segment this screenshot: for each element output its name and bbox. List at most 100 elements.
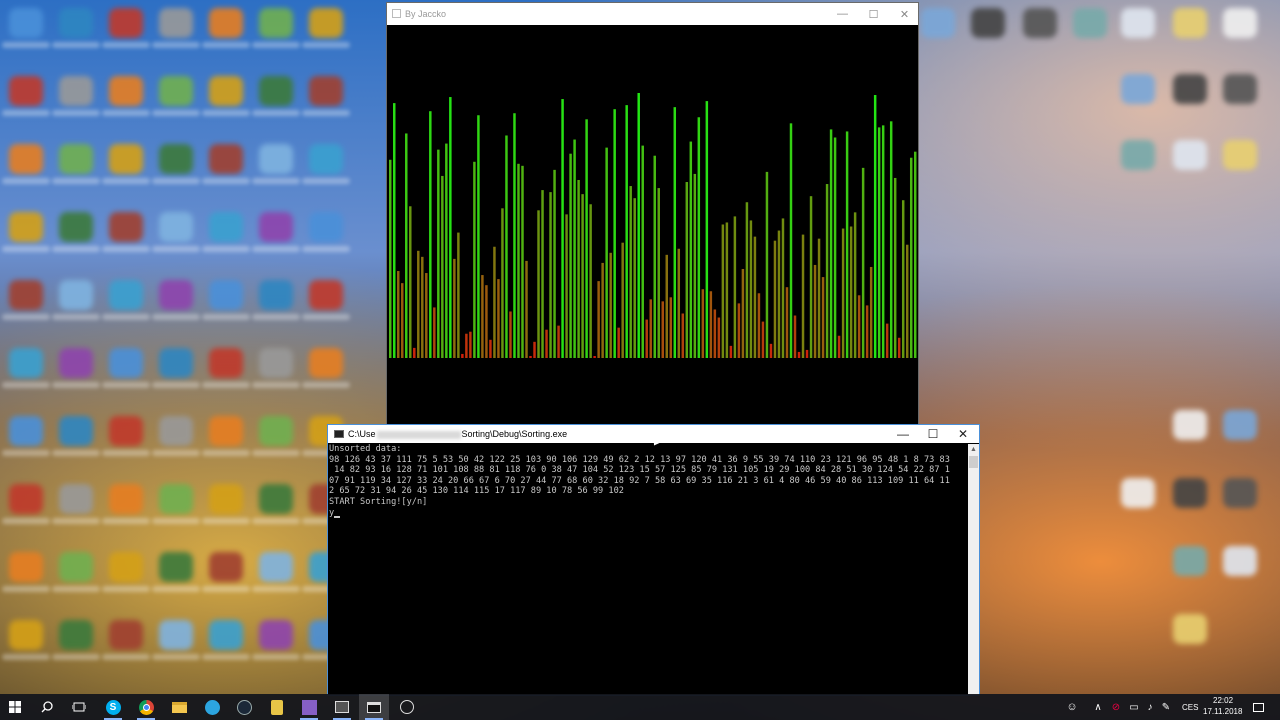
console-maximize-button[interactable]: ☐: [918, 425, 948, 443]
desktop-icon[interactable]: [59, 484, 93, 514]
desktop-icon[interactable]: [209, 620, 243, 650]
desktop-icon[interactable]: [1173, 614, 1207, 644]
search-button[interactable]: [32, 694, 62, 720]
desktop-icon[interactable]: [159, 144, 193, 174]
close-button[interactable]: ✕: [889, 3, 920, 25]
sorting-app-taskbar-icon[interactable]: [327, 694, 357, 720]
pen-icon[interactable]: ✎: [1156, 694, 1176, 720]
desktop-icon[interactable]: [159, 416, 193, 446]
desktop-icon[interactable]: [1223, 478, 1257, 508]
desktop-icon[interactable]: [1121, 74, 1155, 104]
desktop-icon[interactable]: [9, 280, 43, 310]
console-scrollbar[interactable]: ▲: [968, 444, 979, 695]
scroll-up-icon[interactable]: ▲: [968, 444, 979, 456]
desktop-icon[interactable]: [9, 416, 43, 446]
desktop-icon[interactable]: [209, 76, 243, 106]
desktop-icon[interactable]: [1173, 140, 1207, 170]
desktop-icon[interactable]: [209, 280, 243, 310]
desktop-icon[interactable]: [9, 552, 43, 582]
desktop-icon[interactable]: [259, 212, 293, 242]
console-output[interactable]: Unsorted data: 98 126 43 37 111 75 5 53 5…: [328, 444, 967, 695]
skype-taskbar-icon[interactable]: S: [98, 694, 128, 720]
app-taskbar-icon-2[interactable]: [392, 694, 422, 720]
console-taskbar-icon[interactable]: [359, 694, 389, 720]
desktop-icon[interactable]: [309, 144, 343, 174]
desktop-icon[interactable]: [309, 76, 343, 106]
desktop-icon[interactable]: [109, 416, 143, 446]
start-button[interactable]: [0, 694, 30, 720]
clock-time[interactable]: 22:02: [1213, 696, 1233, 705]
scroll-thumb[interactable]: [969, 456, 978, 468]
desktop-icon[interactable]: [59, 76, 93, 106]
desktop-icon[interactable]: [59, 552, 93, 582]
telegram-taskbar-icon[interactable]: [197, 694, 227, 720]
console-minimize-button[interactable]: —: [888, 425, 918, 443]
desktop-icon[interactable]: [309, 280, 343, 310]
desktop-icon[interactable]: [1223, 74, 1257, 104]
clock-date[interactable]: 17.11.2018: [1203, 707, 1242, 716]
desktop-icon[interactable]: [259, 620, 293, 650]
desktop-icon[interactable]: [309, 8, 343, 38]
desktop-icon[interactable]: [159, 484, 193, 514]
steam-taskbar-icon[interactable]: [229, 694, 259, 720]
desktop-icon[interactable]: [9, 620, 43, 650]
desktop-icon[interactable]: [209, 416, 243, 446]
desktop-icon[interactable]: [309, 212, 343, 242]
desktop-icon[interactable]: [209, 8, 243, 38]
desktop-icon[interactable]: [1173, 478, 1207, 508]
desktop-icon[interactable]: [259, 552, 293, 582]
desktop-icon[interactable]: [1223, 410, 1257, 440]
desktop-icon[interactable]: [159, 348, 193, 378]
desktop-icon[interactable]: [59, 144, 93, 174]
task-view-button[interactable]: [64, 694, 94, 720]
desktop-icon[interactable]: [9, 212, 43, 242]
desktop-icon[interactable]: [1223, 140, 1257, 170]
tray-app-icon[interactable]: ⊘: [1106, 694, 1126, 720]
language-indicator[interactable]: CES: [1182, 703, 1198, 712]
desktop-icon[interactable]: [1173, 74, 1207, 104]
minimize-button[interactable]: —: [827, 3, 858, 25]
desktop-icon[interactable]: [109, 8, 143, 38]
desktop-icon[interactable]: [59, 212, 93, 242]
desktop-icon[interactable]: [209, 144, 243, 174]
desktop-icon[interactable]: [109, 76, 143, 106]
app-taskbar-icon[interactable]: [262, 694, 292, 720]
console-input-line[interactable]: y: [329, 508, 967, 519]
desktop-icon[interactable]: [259, 348, 293, 378]
desktop-icon[interactable]: [109, 348, 143, 378]
desktop-icon[interactable]: [209, 552, 243, 582]
desktop-icon[interactable]: [1223, 546, 1257, 576]
desktop-icon[interactable]: [259, 76, 293, 106]
desktop-icon[interactable]: [9, 348, 43, 378]
desktop-icon[interactable]: [259, 8, 293, 38]
desktop-icon[interactable]: [109, 212, 143, 242]
desktop-icon[interactable]: [1173, 410, 1207, 440]
desktop-icon[interactable]: [1121, 478, 1155, 508]
console-close-button[interactable]: ✕: [948, 425, 978, 443]
desktop-icon[interactable]: [209, 484, 243, 514]
maximize-button[interactable]: ☐: [858, 3, 889, 25]
desktop-icon[interactable]: [159, 280, 193, 310]
desktop-icon[interactable]: [109, 484, 143, 514]
visualizer-window[interactable]: By Jaccko — ☐ ✕: [386, 2, 919, 432]
visualizer-titlebar[interactable]: By Jaccko — ☐ ✕: [387, 3, 918, 25]
desktop-icon[interactable]: [259, 280, 293, 310]
desktop-icon[interactable]: [1173, 8, 1207, 38]
desktop-icon[interactable]: [59, 620, 93, 650]
desktop-icon[interactable]: [1121, 8, 1155, 38]
console-window[interactable]: C:\Use Sorting\Debug\Sorting.exe — ☐ ✕ Un…: [327, 424, 980, 696]
desktop-icon[interactable]: [159, 212, 193, 242]
desktop-icon[interactable]: [159, 76, 193, 106]
file-explorer-taskbar-icon[interactable]: [164, 694, 194, 720]
desktop-icon[interactable]: [159, 8, 193, 38]
desktop-icon[interactable]: [9, 484, 43, 514]
visual-studio-taskbar-icon[interactable]: [294, 694, 324, 720]
desktop-icon[interactable]: [59, 348, 93, 378]
desktop-icon[interactable]: [59, 280, 93, 310]
desktop-icon[interactable]: [209, 348, 243, 378]
desktop-icon[interactable]: [109, 280, 143, 310]
desktop-icon[interactable]: [259, 144, 293, 174]
desktop-icon[interactable]: [109, 620, 143, 650]
desktop-icon[interactable]: [309, 348, 343, 378]
desktop-icon[interactable]: [159, 620, 193, 650]
